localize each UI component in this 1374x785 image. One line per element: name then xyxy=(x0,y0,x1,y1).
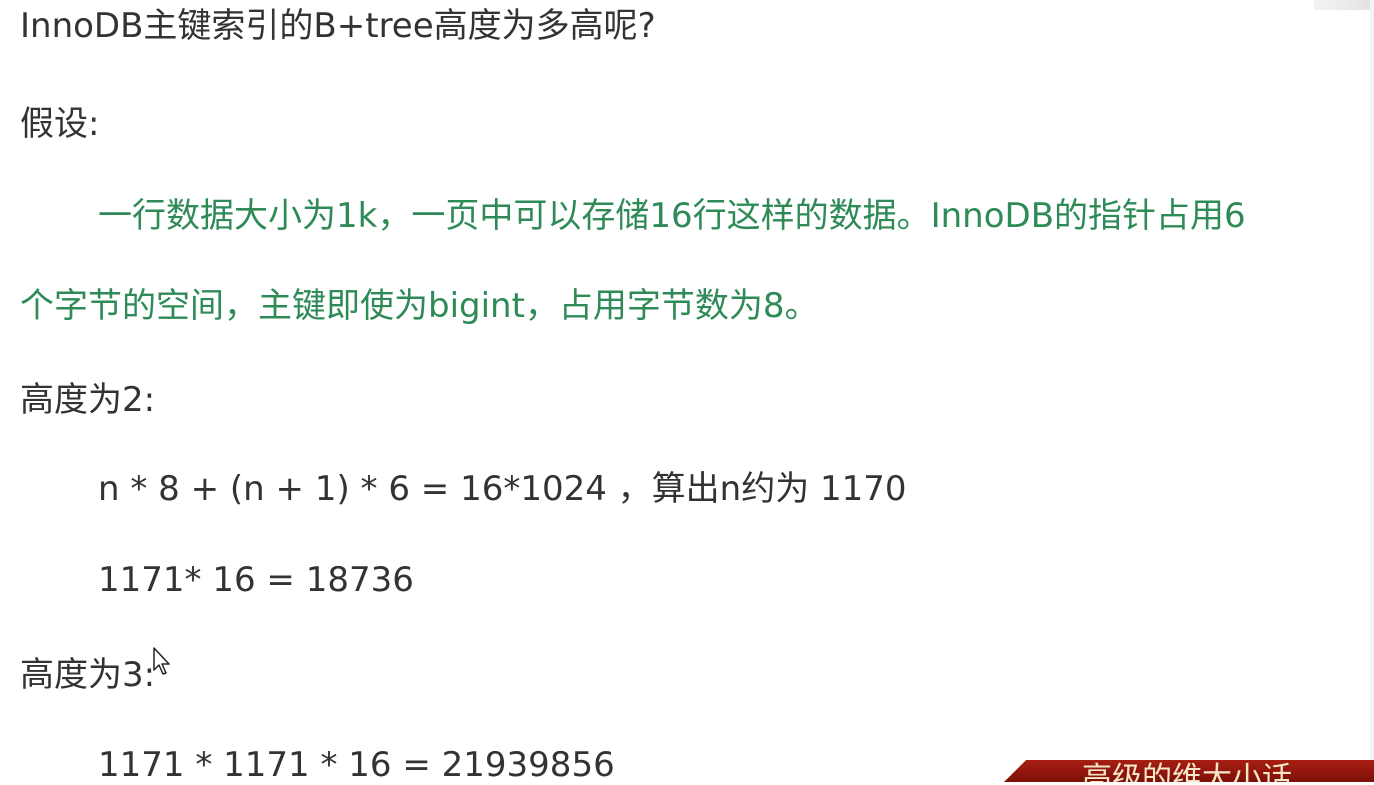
height-2-label: 高度为2: xyxy=(20,380,156,420)
window-top-bar xyxy=(1314,0,1374,10)
assumption-text-line-2: 个字节的空间，主键即使为bigint，占用字节数为8。 xyxy=(20,286,819,326)
height-3-label: 高度为3: xyxy=(20,655,156,695)
height-3-result: 1171 * 1171 * 16 = 21939856 xyxy=(98,745,615,785)
assumption-text-line-1: 一行数据大小为1k，一页中可以存储16行这样的数据。InnoDB的指针占用6 xyxy=(98,196,1246,236)
height-2-result: 1171* 16 = 18736 xyxy=(98,560,414,600)
video-caption-banner: 高级的维大小话 xyxy=(1004,760,1374,782)
page-title: InnoDB主键索引的B+tree高度为多高呢? xyxy=(20,6,656,46)
mouse-cursor-icon xyxy=(153,647,170,675)
banner-text: 高级的维大小话 xyxy=(1082,761,1292,783)
page-right-edge xyxy=(1370,0,1374,782)
assumption-label: 假设: xyxy=(20,104,100,144)
height-2-formula: n * 8 + (n + 1) * 6 = 16*1024 ，算出n约为 117… xyxy=(98,469,907,509)
document-page: InnoDB主键索引的B+tree高度为多高呢? 假设: 一行数据大小为1k，一… xyxy=(0,0,1374,785)
